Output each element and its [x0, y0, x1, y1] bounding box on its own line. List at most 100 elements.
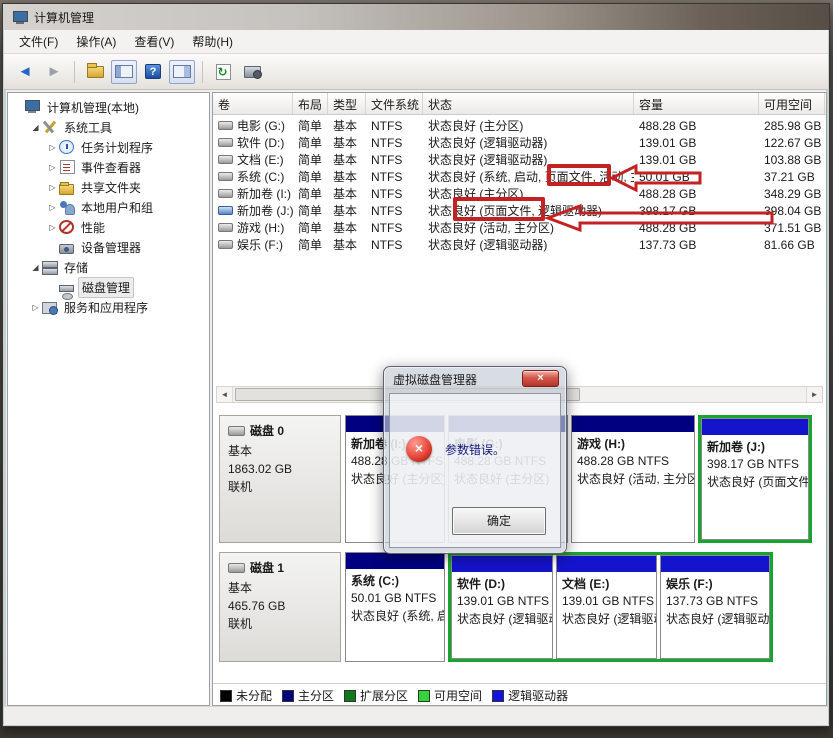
sidebar-item-9[interactable]: 磁盘管理 — [8, 277, 209, 297]
volume-icon — [218, 240, 233, 249]
sidebar-item-3[interactable]: ▷事件查看器 — [8, 157, 209, 177]
tree-expander-icon[interactable]: ▷ — [46, 143, 59, 152]
tree-expander-icon[interactable]: ▷ — [46, 183, 59, 192]
partition-block[interactable]: 系统 (C:)50.01 GB NTFS状态良好 (系统, 启动, 页面文件, … — [345, 552, 445, 662]
cell-fs: NTFS — [366, 187, 423, 201]
scroll-right-icon[interactable]: ► — [806, 387, 822, 402]
table-row[interactable]: 软件 (D:)简单基本NTFS状态良好 (逻辑驱动器)139.01 GB122.… — [213, 134, 826, 151]
refresh-icon[interactable] — [210, 60, 236, 84]
cell-free: 348.29 GB — [759, 187, 825, 201]
table-row[interactable]: 娱乐 (F:)简单基本NTFS状态良好 (逻辑驱动器)137.73 GB81.6… — [213, 236, 826, 253]
show-action-pane-icon[interactable] — [169, 60, 195, 84]
menu-item-2[interactable]: 查看(V) — [125, 30, 183, 53]
cell-free: 81.66 GB — [759, 238, 825, 252]
partition-block[interactable]: 游戏 (H:)488.28 GB NTFS状态良好 (活动, 主分区) — [571, 415, 695, 543]
volume-icon — [218, 121, 233, 130]
partition-name: 新加卷 (J:) — [707, 439, 803, 456]
disk-title: 磁盘 1 — [228, 559, 332, 577]
partition-status: 状态良好 (页面文件, 逻辑驱动器) — [707, 474, 803, 491]
window-titlebar[interactable]: 计算机管理 — [3, 4, 829, 30]
partition-color-bar — [661, 556, 769, 572]
legend-item-2: 扩展分区 — [344, 687, 408, 704]
partition-size: 139.01 GB NTFS — [562, 593, 651, 610]
legend-item-3: 可用空间 — [418, 687, 482, 704]
partition-block[interactable]: 软件 (D:)139.01 GB NTFS状态良好 (逻辑驱动器) — [451, 555, 553, 659]
folder-icon — [59, 184, 74, 195]
sidebar-item-7[interactable]: 设备管理器 — [8, 237, 209, 257]
disk-settings-icon[interactable] — [239, 60, 265, 84]
up-folder-icon[interactable] — [82, 60, 108, 84]
partitions-1: 系统 (C:)50.01 GB NTFS状态良好 (系统, 启动, 页面文件, … — [345, 552, 819, 662]
column-header-0[interactable]: 卷 — [213, 93, 293, 114]
scroll-left-icon[interactable]: ◄ — [217, 387, 233, 402]
tree-expander-icon[interactable]: ◢ — [29, 123, 42, 132]
cell-layout: 简单 — [293, 202, 328, 219]
table-row[interactable]: 文档 (E:)简单基本NTFS状态良好 (逻辑驱动器)139.01 GB103.… — [213, 151, 826, 168]
cell-layout: 简单 — [293, 236, 328, 253]
column-header-4[interactable]: 状态 — [423, 93, 634, 114]
menu-item-3[interactable]: 帮助(H) — [183, 30, 242, 53]
ok-button[interactable]: 确定 — [452, 507, 546, 535]
volume-name: 新加卷 (I:) — [237, 185, 291, 202]
forward-icon[interactable]: ► — [41, 60, 67, 84]
disk-name: 磁盘 0 — [250, 422, 284, 440]
console-tree-pane: 计算机管理(本地)◢系统工具▷任务计划程序▷事件查看器▷共享文件夹▷本地用户和组… — [7, 92, 210, 706]
tree-expander-icon[interactable]: ▷ — [46, 203, 59, 212]
partition-info: 文档 (E:)139.01 GB NTFS状态良好 (逻辑驱动器) — [557, 572, 656, 628]
menu-item-0[interactable]: 文件(F) — [10, 30, 67, 53]
volume-icon — [218, 172, 233, 181]
help-icon[interactable]: ? — [140, 60, 166, 84]
show-console-tree-icon[interactable] — [111, 60, 137, 84]
tree-expander-icon[interactable]: ◢ — [29, 263, 42, 272]
dialog-close-icon[interactable]: × — [522, 370, 559, 387]
tree-item-label: 任务计划程序 — [78, 138, 156, 157]
tree-expander-icon[interactable]: ▷ — [29, 303, 42, 312]
disk-size: 465.76 GB — [228, 597, 332, 615]
cell-fs: NTFS — [366, 136, 423, 150]
sidebar-item-10[interactable]: ▷服务和应用程序 — [8, 297, 209, 317]
cell-type: 基本 — [328, 219, 366, 236]
column-header-5[interactable]: 容量 — [634, 93, 759, 114]
tree-expander-icon[interactable]: ▷ — [46, 163, 59, 172]
disk-header-1[interactable]: 磁盘 1基本465.76 GB联机 — [219, 552, 341, 662]
menu-item-1[interactable]: 操作(A) — [67, 30, 125, 53]
sidebar-item-2[interactable]: ▷ 任务计划程序 — [8, 137, 209, 157]
forward-icon-glyph: ► — [47, 63, 62, 80]
tree-item-label: 共享文件夹 — [78, 178, 144, 197]
cell-layout: 简单 — [293, 134, 328, 151]
partition-name: 游戏 (H:) — [577, 436, 689, 453]
show-action-pane-icon-shape — [173, 65, 191, 78]
cell-type: 基本 — [328, 185, 366, 202]
partition-block[interactable]: 文档 (E:)139.01 GB NTFS状态良好 (逻辑驱动器) — [556, 555, 657, 659]
partition-block[interactable]: 娱乐 (F:)137.73 GB NTFS状态良好 (逻辑驱动器) — [660, 555, 770, 659]
sidebar-item-1[interactable]: ◢系统工具 — [8, 117, 209, 137]
cell-capacity: 488.28 GB — [634, 119, 759, 133]
tree-expander-icon[interactable]: ▷ — [46, 223, 59, 232]
sidebar-item-0[interactable]: 计算机管理(本地) — [8, 97, 209, 117]
legend-swatch — [220, 690, 232, 702]
column-header-6[interactable]: 可用空间 — [759, 93, 825, 114]
cell-layout: 简单 — [293, 168, 328, 185]
perf-icon — [59, 220, 74, 234]
sidebar-item-6[interactable]: ▷性能 — [8, 217, 209, 237]
volume-name: 文档 (E:) — [237, 151, 284, 168]
table-row[interactable]: 电影 (G:)简单基本NTFS状态良好 (主分区)488.28 GB285.98… — [213, 117, 826, 134]
cell-name: 游戏 (H:) — [213, 219, 293, 236]
sidebar-item-8[interactable]: ◢存储 — [8, 257, 209, 277]
users-icon — [59, 200, 74, 214]
computer-icon — [25, 100, 40, 114]
sidebar-item-5[interactable]: ▷本地用户和组 — [8, 197, 209, 217]
sidebar-item-4[interactable]: ▷ 共享文件夹 — [8, 177, 209, 197]
partition-block[interactable]: 新加卷 (J:)398.17 GB NTFS状态良好 (页面文件, 逻辑驱动器) — [701, 418, 809, 540]
column-header-2[interactable]: 类型 — [328, 93, 366, 114]
table-row[interactable]: 系统 (C:)简单基本NTFS状态良好 (系统, 启动, 页面文件, 活动, 主… — [213, 168, 826, 185]
legend-swatch — [492, 690, 504, 702]
partition-color-bar — [452, 556, 552, 572]
storage-icon — [42, 260, 57, 274]
disk-header-0[interactable]: 磁盘 0基本1863.02 GB联机 — [219, 415, 341, 543]
back-icon[interactable]: ◄ — [12, 60, 38, 84]
column-header-1[interactable]: 布局 — [293, 93, 328, 114]
column-header-3[interactable]: 文件系统 — [366, 93, 423, 114]
partition-size: 139.01 GB NTFS — [457, 593, 547, 610]
error-icon: × — [406, 436, 432, 462]
